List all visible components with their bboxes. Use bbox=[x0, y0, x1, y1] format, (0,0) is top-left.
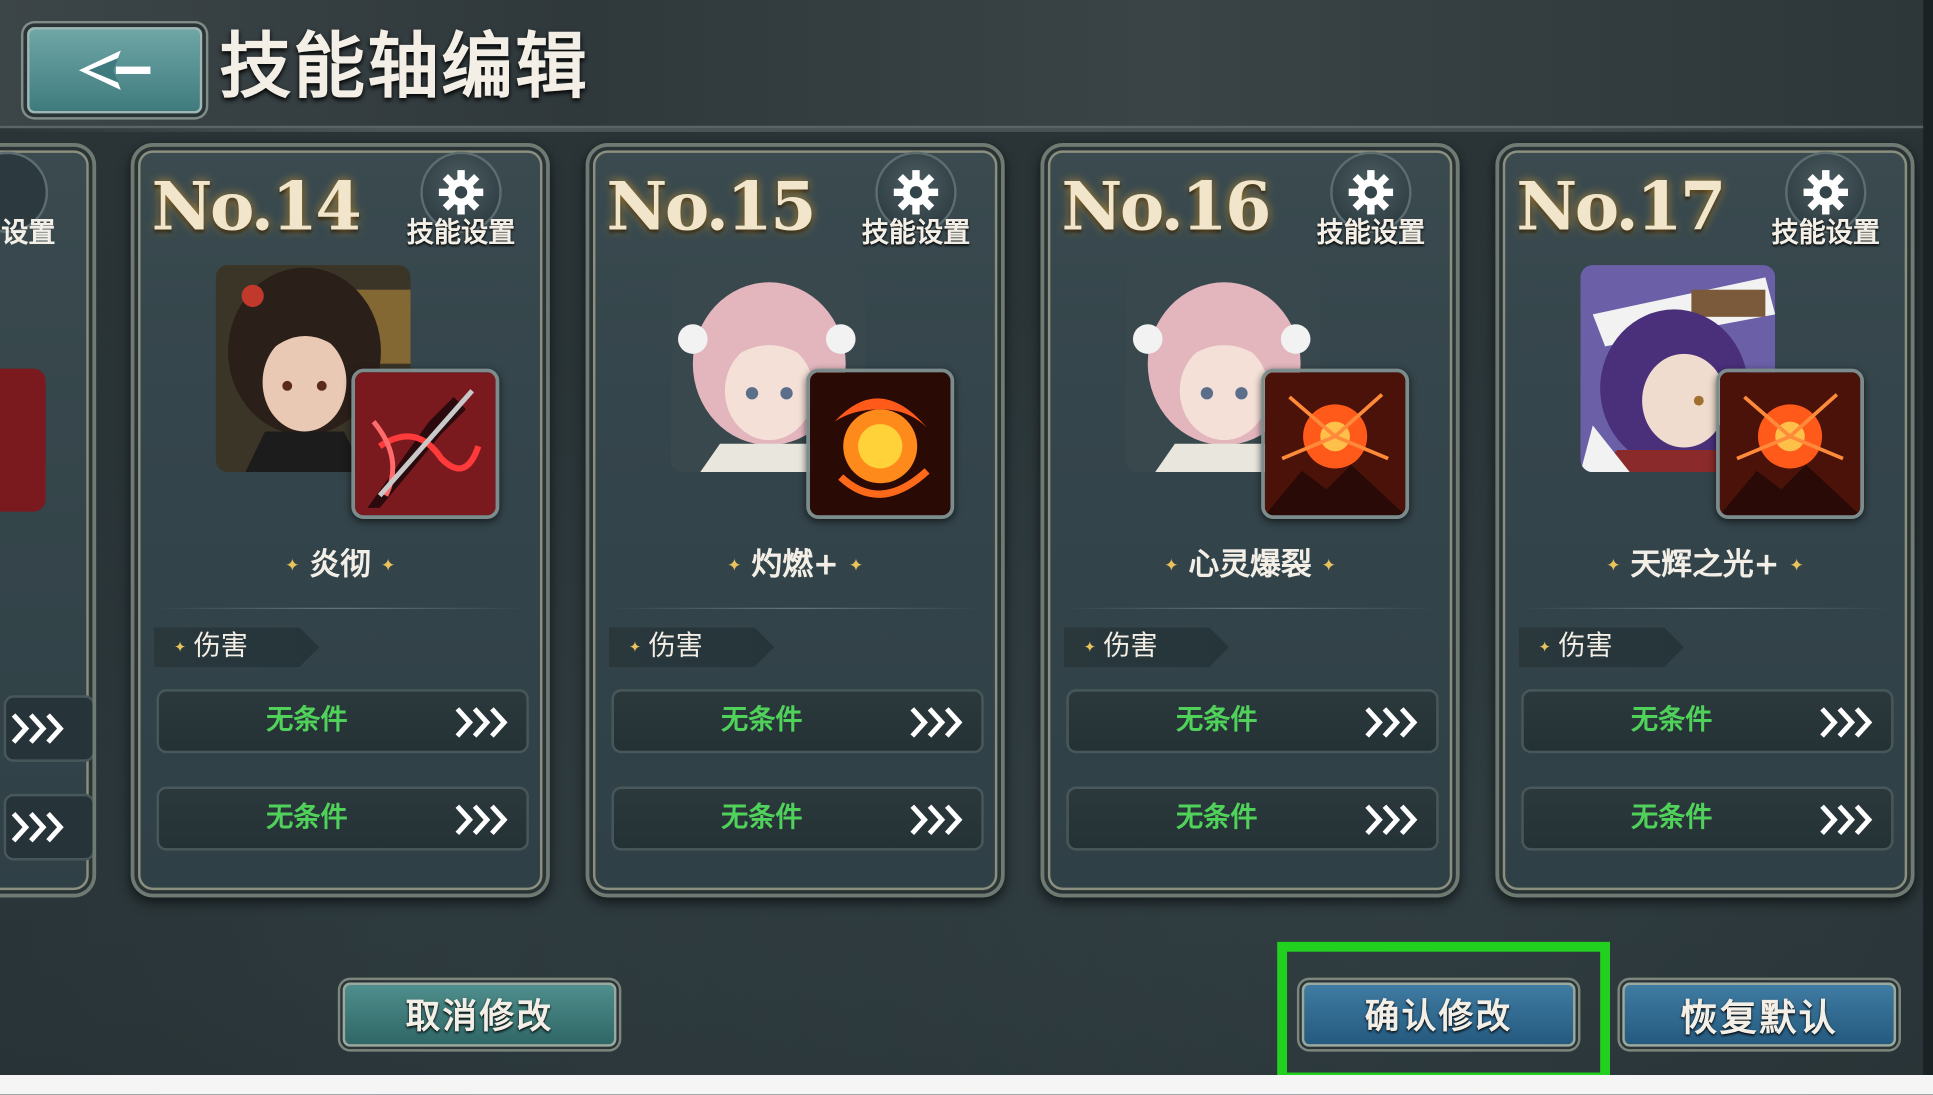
skill-name: ✦ 心灵爆裂 ✦ bbox=[1044, 544, 1456, 586]
chevrons-icon bbox=[910, 804, 963, 836]
condition-slot-1[interactable]: 无条件 bbox=[611, 689, 984, 754]
chevrons-icon bbox=[11, 811, 64, 843]
page-title: 技能轴编辑 bbox=[219, 24, 590, 109]
chevrons-icon bbox=[1820, 804, 1873, 836]
divider bbox=[1516, 607, 1894, 610]
chevrons-icon bbox=[455, 804, 508, 836]
skill-card-14[interactable]: No.14 技能设置 ✦ 炎彻 ✦ ✦ 伤害 无条件 无条件 bbox=[130, 143, 550, 898]
skill-type-text: 伤害 bbox=[1103, 631, 1158, 663]
skill-name: ✦ 天辉之光+ ✦ bbox=[1499, 544, 1911, 586]
skill-name-text: 心灵爆裂 bbox=[1188, 546, 1312, 582]
cancel-changes-button[interactable]: 取消修改 bbox=[342, 982, 617, 1047]
skill-icon-image bbox=[1716, 368, 1864, 520]
diamond-icon: ✦ bbox=[848, 555, 864, 576]
diamond-icon: ✦ bbox=[1083, 638, 1097, 656]
skill-type-tag: ✦ 伤害 bbox=[1518, 627, 1685, 667]
diamond-icon: ✦ bbox=[1164, 555, 1179, 576]
condition-slot-1[interactable]: 无条件 bbox=[1066, 689, 1439, 754]
condition-text: 无条件 bbox=[721, 802, 803, 834]
divider bbox=[151, 607, 529, 610]
diamond-icon: ✦ bbox=[1606, 555, 1621, 576]
gear-icon bbox=[1348, 170, 1394, 215]
gear-icon bbox=[893, 170, 939, 215]
skill-type-text: 伤害 bbox=[648, 631, 703, 663]
diamond-icon: ✦ bbox=[1538, 638, 1551, 656]
setting-label: 设置 bbox=[1, 218, 56, 250]
skill-name: ✦ 灼燃+ ✦ bbox=[589, 544, 1001, 586]
chevrons-icon bbox=[455, 707, 508, 738]
skill-image bbox=[0, 368, 46, 512]
condition-slot-1[interactable]: 无条件 bbox=[156, 689, 529, 754]
diamond-icon: ✦ bbox=[173, 638, 187, 656]
divider bbox=[606, 607, 984, 610]
diamond-icon: ✦ bbox=[727, 555, 742, 576]
top-bar: 技能轴编辑 bbox=[0, 0, 1933, 132]
diamond-icon: ✦ bbox=[1321, 555, 1337, 576]
right-edge-bar bbox=[1923, 0, 1933, 1095]
skill-type-text: 伤害 bbox=[193, 631, 248, 663]
confirm-changes-button[interactable]: 确认修改 bbox=[1301, 982, 1576, 1047]
card-number: No.15 bbox=[606, 166, 817, 246]
skill-timeline-editor: 技能轴编辑 设置 No.14 技能设置 ✦ 炎彻 ✦ ✦ 伤害 无条件 无条件 … bbox=[0, 0, 1933, 1095]
card-number: No.16 bbox=[1061, 166, 1271, 246]
bottom-strip bbox=[0, 1075, 1933, 1095]
condition-text: 无条件 bbox=[1176, 705, 1258, 736]
skill-type-text: 伤害 bbox=[1558, 631, 1613, 663]
card-number: No.17 bbox=[1516, 166, 1726, 246]
skill-name: ✦ 炎彻 ✦ bbox=[134, 544, 546, 586]
back-button[interactable] bbox=[27, 27, 203, 114]
skill-settings-label: 技能设置 bbox=[1316, 218, 1426, 250]
chevrons-icon bbox=[910, 707, 963, 738]
condition-slot-2[interactable]: 无条件 bbox=[611, 786, 984, 851]
condition-text: 无条件 bbox=[721, 705, 803, 736]
condition-text: 无条件 bbox=[1630, 705, 1713, 736]
condition-text: 无条件 bbox=[1630, 802, 1713, 834]
chevrons-icon bbox=[11, 713, 64, 744]
diamond-icon: ✦ bbox=[628, 638, 642, 656]
skill-card-17[interactable]: No.17 技能设置 ✦ 天辉之光+ ✦ ✦ 伤害 无条件 无条件 bbox=[1495, 143, 1915, 898]
skill-settings-label: 技能设置 bbox=[1771, 218, 1881, 250]
condition-slot[interactable] bbox=[3, 793, 93, 861]
divider bbox=[1061, 607, 1439, 610]
condition-slot-2[interactable]: 无条件 bbox=[1521, 786, 1894, 851]
skill-icon-image bbox=[1261, 368, 1410, 520]
skill-name-text: 炎彻 bbox=[309, 546, 372, 582]
card-number: No.14 bbox=[151, 166, 362, 246]
restore-default-button[interactable]: 恢复默认 bbox=[1622, 982, 1897, 1047]
skill-settings-label: 技能设置 bbox=[406, 218, 516, 250]
skill-type-tag: ✦ 伤害 bbox=[154, 627, 320, 667]
gear-icon bbox=[1803, 170, 1848, 215]
condition-text: 无条件 bbox=[1176, 802, 1258, 834]
chevrons-icon bbox=[1365, 804, 1418, 836]
skill-type-tag: ✦ 伤害 bbox=[609, 627, 775, 667]
condition-slot-2[interactable]: 无条件 bbox=[156, 786, 529, 851]
gear-icon bbox=[438, 170, 484, 215]
condition-text: 无条件 bbox=[266, 705, 348, 736]
skill-name-text: 天辉之光+ bbox=[1630, 546, 1780, 582]
back-arrow-icon bbox=[78, 50, 151, 90]
condition-slot-2[interactable]: 无条件 bbox=[1066, 786, 1439, 851]
diamond-icon: ✦ bbox=[1789, 555, 1804, 576]
condition-slot-1[interactable]: 无条件 bbox=[1521, 689, 1894, 754]
chevrons-icon bbox=[1820, 707, 1873, 738]
skill-card-16[interactable]: No.16 技能设置 ✦ 心灵爆裂 ✦ ✦ 伤害 无条件 无条件 bbox=[1040, 143, 1460, 898]
skill-settings-label: 技能设置 bbox=[861, 218, 971, 250]
diamond-icon: ✦ bbox=[285, 555, 300, 576]
previous-skill-card[interactable]: 设置 bbox=[0, 143, 97, 898]
skill-card-15[interactable]: No.15 技能设置 ✦ 灼燃+ ✦ ✦ 伤害 无条件 无条件 bbox=[585, 143, 1005, 898]
skill-icon-image bbox=[351, 368, 500, 520]
chevrons-icon bbox=[1365, 707, 1418, 738]
skill-name-text: 灼燃+ bbox=[751, 546, 839, 582]
skill-type-tag: ✦ 伤害 bbox=[1063, 627, 1230, 667]
condition-text: 无条件 bbox=[266, 802, 348, 834]
condition-slot[interactable] bbox=[3, 695, 93, 762]
skill-icon-image bbox=[806, 368, 955, 520]
diamond-icon: ✦ bbox=[380, 555, 396, 576]
